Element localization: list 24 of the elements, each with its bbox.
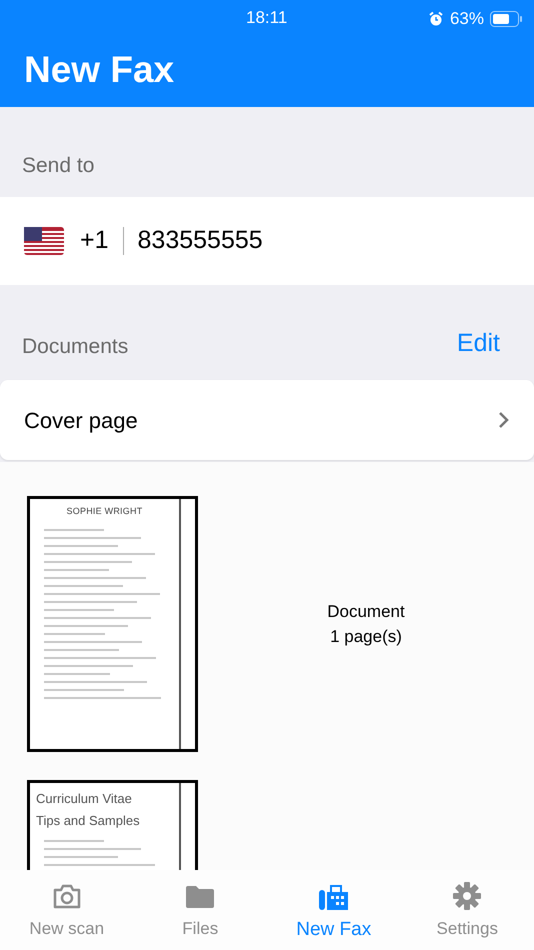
folder-icon [185,884,216,910]
battery-icon [490,10,522,27]
flag-icon [24,227,64,255]
row-label: Cover page [24,406,138,435]
phone-number-field[interactable]: 833555555 [138,222,438,260]
tab-item[interactable]: New Fax [267,880,400,950]
camera-icon [52,884,82,910]
country-code[interactable]: +1 [80,222,109,260]
screen-title: New Fax [24,48,174,92]
document-heading: Tips and Samples [36,812,140,830]
cover-page-row[interactable]: Cover page [0,380,534,460]
page-count: 1 page(s) [330,626,402,648]
document-title: Document [327,600,405,622]
document-heading: SOPHIE WRIGHT [66,505,142,518]
section-label: Send to [22,152,94,178]
fax-icon [318,884,349,910]
section-label: Documents [22,334,128,360]
battery-percent: 63% [450,8,484,30]
document-thumbnail[interactable]: Curriculum Vitae Tips and Samples [27,780,198,870]
chevron-right-icon [498,411,510,429]
alarm-icon [428,10,444,27]
document-thumbnail[interactable]: SOPHIE WRIGHT [27,496,198,752]
status-time: 18:11 [246,7,288,29]
document-heading: Curriculum Vitae [36,790,132,808]
